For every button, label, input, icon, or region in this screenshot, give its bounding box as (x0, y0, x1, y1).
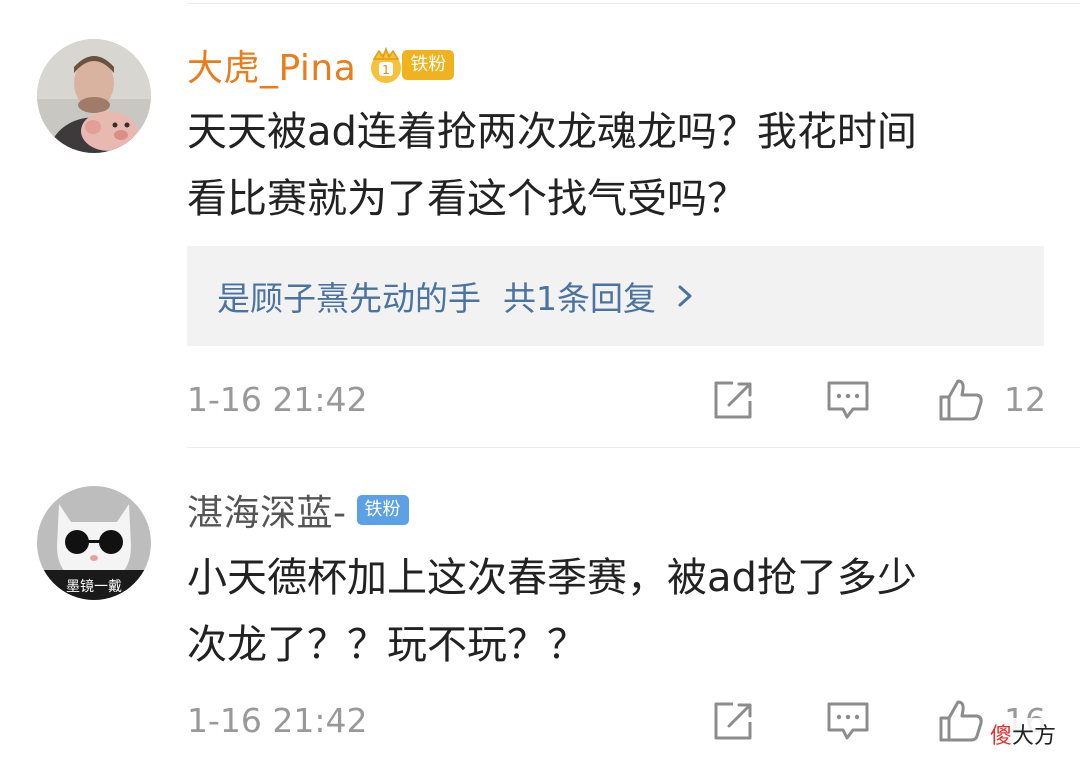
comment-icon[interactable] (825, 377, 871, 423)
fan-badge-label: 铁粉 (402, 50, 455, 80)
watermark: 傻大方 (990, 718, 1057, 750)
comment-thread: 大虎_Pina 1 铁粉 天天被ad连着抢两次龙魂龙吗？我花时间 看比赛就为了看… (0, 0, 1080, 771)
chevron-right-icon (678, 285, 692, 307)
timestamp: 1-16 21:42 (187, 380, 368, 419)
comment-meta: 1-16 21:42 16 (0, 696, 1080, 746)
timestamp: 1-16 21:42 (187, 701, 368, 740)
like-icon[interactable] (938, 377, 984, 423)
watermark-red-text: 傻 (990, 724, 1013, 749)
share-icon[interactable] (711, 698, 757, 744)
fan-badge[interactable]: 1 铁粉 (366, 46, 455, 84)
svg-text:1: 1 (382, 63, 390, 77)
comment-text-line: 小天德杯加上这次春季赛，被ad抢了多少 (187, 555, 917, 601)
share-icon[interactable] (711, 377, 757, 423)
username[interactable]: 湛海深蓝- (187, 484, 347, 536)
user-avatar[interactable]: 墨镜一戴 (37, 486, 151, 600)
comment-text: 小天德杯加上这次春季赛，被ad抢了多少 次龙了？？玩不玩？？ (187, 548, 1037, 675)
avatar-photo: 墨镜一戴 (37, 486, 151, 600)
username[interactable]: 大虎_Pina (187, 39, 356, 91)
divider (187, 3, 1080, 4)
watermark-text: 大方 (1012, 724, 1057, 749)
like-count: 12 (1004, 380, 1046, 419)
crown-fan-level-icon: 1 (371, 46, 402, 83)
reply-preview[interactable]: 是顾子熹先动的手 共1条回复 (187, 246, 1044, 346)
fan-badge-label: 铁粉 (356, 495, 409, 525)
comment-text-line: 看比赛就为了看这个找气受吗？ (187, 176, 747, 222)
comment-text-line: 天天被ad连着抢两次龙魂龙吗？我花时间 (187, 109, 917, 155)
avatar-photo (37, 39, 151, 153)
reply-author-text: 是顾子熹先动的手 (217, 279, 481, 318)
comment-header: 大虎_Pina 1 铁粉 (187, 39, 455, 91)
avatar-caption: 墨镜一戴 (66, 579, 122, 595)
comment-text-line: 次龙了？？玩不玩？？ (187, 622, 587, 668)
comment-header: 湛海深蓝- 铁粉 (187, 485, 409, 535)
user-avatar[interactable] (37, 39, 151, 153)
reply-count: 共1条回复 (503, 279, 656, 318)
fan-badge[interactable]: 铁粉 (356, 491, 409, 529)
comment-meta: 1-16 21:42 12 (0, 375, 1080, 425)
comment-divider (187, 447, 1080, 448)
like-icon[interactable] (938, 698, 984, 744)
comment-text: 天天被ad连着抢两次龙魂龙吗？我花时间 看比赛就为了看这个找气受吗？ (187, 102, 1037, 229)
comment-icon[interactable] (825, 698, 871, 744)
